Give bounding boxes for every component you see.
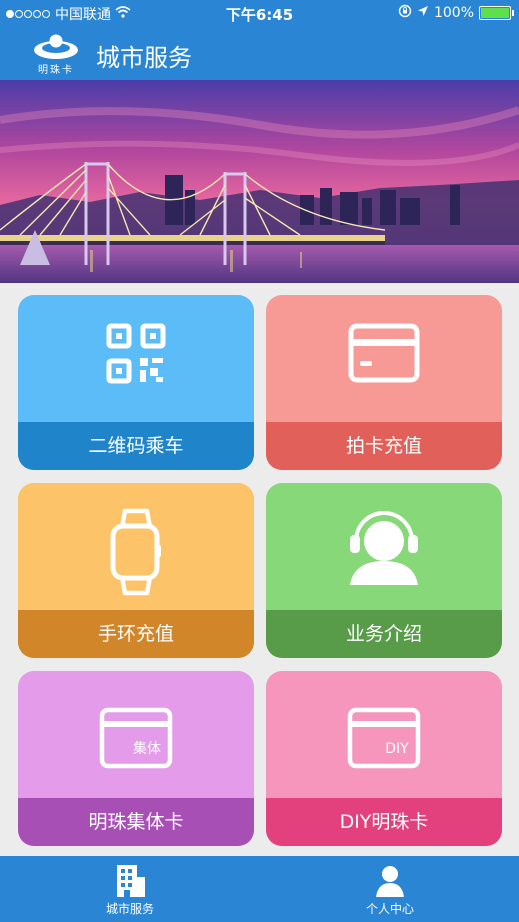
rotation-lock-icon bbox=[398, 4, 412, 22]
qr-code-icon bbox=[106, 323, 166, 384]
bridge-sunset-image bbox=[0, 80, 519, 283]
banner-carousel[interactable] bbox=[0, 80, 519, 283]
tile-label: 明珠集体卡 bbox=[18, 798, 254, 846]
city-building-icon bbox=[117, 865, 145, 897]
card-topup-tile[interactable]: 拍卡充值 bbox=[266, 295, 502, 470]
tile-label: 业务介绍 bbox=[266, 610, 502, 658]
diy-card-icon: DIY bbox=[347, 707, 421, 769]
headset-person-icon bbox=[350, 511, 418, 585]
group-card-icon: 集体 bbox=[99, 707, 173, 769]
tile-label: 拍卡充值 bbox=[266, 422, 502, 470]
card-icon bbox=[348, 323, 420, 383]
logo-text: 明珠卡 bbox=[38, 65, 74, 76]
card-badge: DIY bbox=[385, 741, 409, 757]
card-badge: 集体 bbox=[133, 740, 161, 757]
app-logo: 明珠卡 bbox=[28, 32, 84, 76]
person-icon bbox=[376, 866, 404, 897]
business-intro-tile[interactable]: 业务介绍 bbox=[266, 483, 502, 658]
header: 明珠卡 城市服务 bbox=[0, 26, 519, 80]
qr-ride-tile[interactable]: 二维码乘车 bbox=[18, 295, 254, 470]
tab-bar: 城市服务 个人中心 bbox=[0, 856, 519, 922]
tab-city-services[interactable]: 城市服务 bbox=[70, 862, 190, 917]
tile-label: 二维码乘车 bbox=[18, 422, 254, 470]
status-bar: 中国联通 下午6:45 100% bbox=[0, 0, 519, 26]
tab-label: 城市服务 bbox=[105, 902, 154, 916]
tab-label: 个人中心 bbox=[365, 902, 414, 916]
diy-card-tile[interactable]: DIY DIY明珠卡 bbox=[266, 671, 502, 846]
tile-label: DIY明珠卡 bbox=[266, 798, 502, 846]
logo-mark-icon bbox=[34, 34, 78, 59]
tab-personal-center[interactable]: 个人中心 bbox=[330, 862, 450, 917]
page-title: 城市服务 bbox=[96, 44, 192, 72]
watch-icon bbox=[110, 508, 161, 596]
battery-icon bbox=[479, 6, 514, 20]
tile-label: 手环充值 bbox=[18, 610, 254, 658]
group-card-tile[interactable]: 集体 明珠集体卡 bbox=[18, 671, 254, 846]
location-arrow-icon bbox=[417, 5, 429, 21]
battery-percent: 100% bbox=[433, 5, 474, 21]
wristband-topup-tile[interactable]: 手环充值 bbox=[18, 483, 254, 658]
